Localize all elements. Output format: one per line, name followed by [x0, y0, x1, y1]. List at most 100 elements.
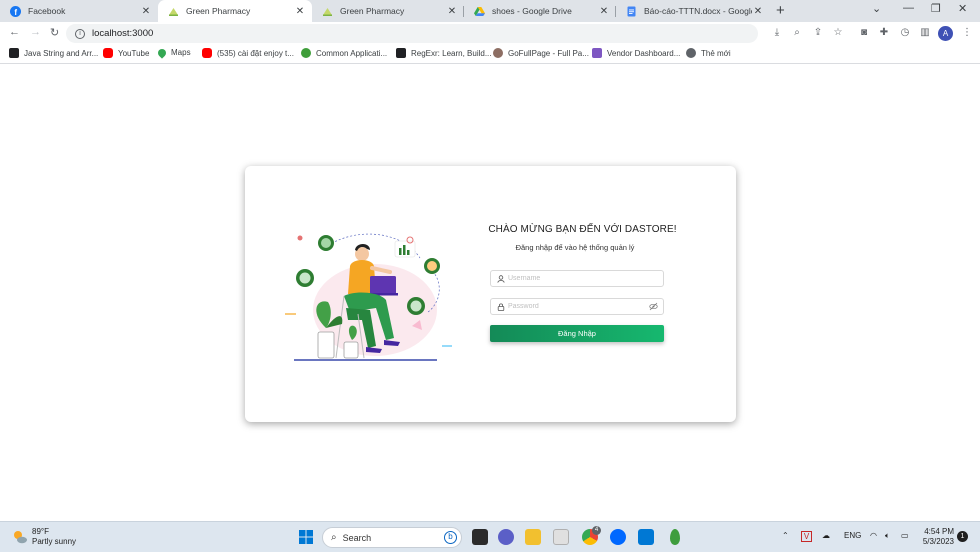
- user-icon: [496, 274, 505, 283]
- lock-icon: [496, 302, 505, 311]
- onedrive-icon[interactable]: ☁: [822, 531, 830, 540]
- reload-icon[interactable]: ↻: [50, 26, 59, 39]
- history-icon[interactable]: ◷: [899, 27, 911, 39]
- pharmacy-icon: [168, 6, 179, 17]
- login-button[interactable]: Đăng Nhập: [490, 325, 664, 342]
- bookmark-label: YouTube: [118, 48, 150, 58]
- tab-google-drive[interactable]: shoes - Google Drive ✕: [464, 0, 616, 22]
- url-text: localhost:3000: [92, 28, 154, 39]
- eye-slash-icon[interactable]: [649, 302, 658, 311]
- bookmark-star-icon[interactable]: ☆: [832, 27, 844, 39]
- bookmark-common-app[interactable]: Common Applicati...: [301, 48, 387, 58]
- tab-title: Facebook: [28, 6, 66, 16]
- welcome-heading: CHÀO MỪNG BẠN ĐẾN VỚI DASTORE!: [488, 224, 677, 235]
- common-app-icon: [301, 48, 311, 58]
- weather-widget[interactable]: 89°F Partly sunny: [12, 527, 76, 547]
- side-panel-icon[interactable]: ▥: [919, 27, 931, 39]
- close-icon[interactable]: ✕: [752, 6, 764, 17]
- bookmark-maps[interactable]: Maps: [156, 46, 191, 59]
- bookmark-new-tab[interactable]: Thẻ mới: [686, 48, 731, 58]
- restore-icon[interactable]: ❐: [931, 2, 941, 15]
- vietkey-icon[interactable]: V: [801, 531, 812, 542]
- site-info-icon[interactable]: i: [75, 28, 85, 39]
- svg-text:f: f: [14, 8, 17, 17]
- minimize-icon[interactable]: —: [903, 2, 914, 14]
- bookmark-label: GoFullPage - Full Pa...: [508, 48, 589, 58]
- bookmark-vendor-dashboard[interactable]: Vendor Dashboard...: [592, 48, 680, 58]
- regexr-icon: [396, 48, 406, 58]
- close-icon[interactable]: ✕: [294, 6, 306, 17]
- close-window-icon[interactable]: ✕: [958, 2, 967, 15]
- tab-green-pharmacy-active[interactable]: Green Pharmacy ✕: [158, 0, 312, 22]
- bookmark-label: Vendor Dashboard...: [607, 48, 681, 58]
- input-language[interactable]: ENG: [844, 531, 861, 540]
- bookmark-label: Common Applicati...: [316, 48, 388, 58]
- address-bar[interactable]: i localhost:3000: [66, 24, 758, 43]
- notification-badge[interactable]: 1: [957, 531, 968, 542]
- forward-icon[interactable]: →: [30, 26, 41, 38]
- profile-avatar[interactable]: A: [938, 26, 953, 41]
- search-icon: ⌕: [331, 532, 337, 543]
- zalo-icon[interactable]: [610, 529, 626, 545]
- clock-time: 4:54 PM: [924, 527, 954, 536]
- show-hidden-icons-icon[interactable]: ⌃: [782, 531, 789, 540]
- weather-temperature: 89°F: [32, 527, 49, 536]
- taskbar-search[interactable]: ⌕ Search b: [322, 527, 462, 548]
- tab-title: Green Pharmacy: [340, 6, 405, 16]
- task-view-icon[interactable]: [472, 529, 488, 545]
- bookmark-gofullpage[interactable]: GoFullPage - Full Pa...: [493, 48, 589, 58]
- bing-icon: b: [444, 531, 457, 544]
- gofullpage-icon: [493, 48, 503, 58]
- pharmacy-icon: [322, 6, 333, 17]
- snipping-tool-icon[interactable]: [553, 529, 569, 545]
- mongodb-icon[interactable]: [670, 529, 680, 545]
- file-explorer-icon[interactable]: [525, 529, 541, 545]
- tab-search-icon[interactable]: ⌄: [872, 2, 881, 15]
- browser-toolbar: ← → ↻ i localhost:3000 ⤓ ⌕ ⇪ ☆ ◙ ✚ ◷ ▥ A…: [0, 22, 980, 44]
- back-icon[interactable]: ←: [9, 26, 20, 38]
- bookmark-youtube[interactable]: YouTube: [103, 48, 149, 58]
- install-icon[interactable]: ⤓: [771, 27, 783, 39]
- username-input[interactable]: [508, 275, 648, 282]
- clock-date: 5/3/2023: [922, 537, 954, 546]
- teams-chat-icon[interactable]: [498, 529, 514, 545]
- bookmarks-bar: Java String and Arr... YouTube Maps (535…: [0, 44, 980, 64]
- q-icon: [9, 48, 19, 58]
- tab-green-pharmacy[interactable]: Green Pharmacy ✕: [312, 0, 464, 22]
- new-tab-icon[interactable]: +: [776, 2, 785, 19]
- share-icon[interactable]: ⇪: [812, 27, 824, 39]
- tab-facebook[interactable]: f Facebook ✕: [0, 0, 158, 22]
- system-clock[interactable]: 4:54 PM 5/3/2023: [920, 527, 954, 547]
- google-docs-icon: [626, 6, 637, 17]
- password-input[interactable]: [508, 303, 648, 310]
- camera-icon[interactable]: ◙: [858, 27, 870, 39]
- zoom-icon[interactable]: ⌕: [791, 27, 803, 39]
- close-icon[interactable]: ✕: [140, 6, 152, 17]
- vscode-icon[interactable]: [638, 529, 654, 545]
- battery-icon[interactable]: ▭: [901, 531, 909, 540]
- windows-start-icon[interactable]: [298, 529, 314, 545]
- windows-taskbar: 89°F Partly sunny ⌕ Search b 4 ⌃ V ☁ ENG…: [0, 521, 980, 552]
- bookmark-java-string[interactable]: Java String and Arr...: [9, 48, 98, 58]
- tab-title: Green Pharmacy: [186, 6, 251, 16]
- tab-title: shoes - Google Drive: [492, 6, 572, 16]
- tab-strip: f Facebook ✕ Green Pharmacy ✕ Green Phar…: [0, 0, 980, 22]
- bookmark-label: Maps: [171, 48, 191, 57]
- close-icon[interactable]: ✕: [598, 6, 610, 17]
- maps-icon: [156, 46, 168, 59]
- volume-icon[interactable]: 🔈︎: [885, 531, 890, 541]
- google-drive-icon: [474, 6, 485, 17]
- extensions-icon[interactable]: ✚: [878, 27, 890, 39]
- login-subtitle: Đăng nhập để vào hệ thống quản lý: [515, 243, 635, 252]
- tab-google-docs[interactable]: Báo-cáo-TTTN.docx - Google Tài ✕: [616, 0, 770, 22]
- bookmark-regexr[interactable]: RegExr: Learn, Build...: [396, 48, 491, 58]
- close-icon[interactable]: ✕: [446, 6, 458, 17]
- username-field[interactable]: [490, 270, 664, 287]
- menu-icon[interactable]: ⋮: [961, 27, 973, 39]
- password-field[interactable]: [490, 298, 664, 315]
- wifi-icon[interactable]: ◠: [870, 531, 877, 540]
- tab-title: Báo-cáo-TTTN.docx - Google Tài: [644, 6, 752, 16]
- globe-icon: [686, 48, 696, 58]
- bookmark-youtube-video[interactable]: (535) cài đặt enjoy t...: [202, 48, 294, 58]
- bookmark-label: Java String and Arr...: [24, 48, 99, 58]
